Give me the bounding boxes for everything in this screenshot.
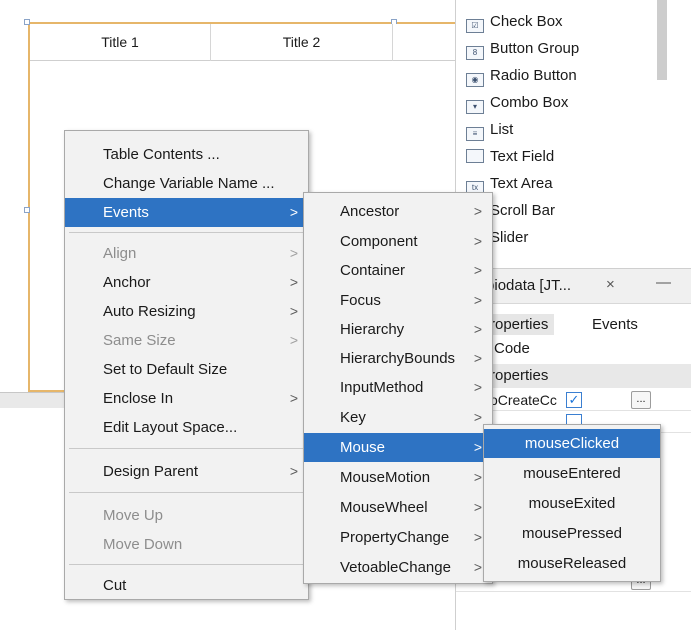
menu-item-hierarchy[interactable]: Hierarchy > [304,315,492,344]
menu-item-change-variable-name[interactable]: Change Variable Name ... [65,169,308,198]
column-title-1[interactable]: Title 1 [30,24,210,61]
palette-item-text-field[interactable]: Text Field [466,143,554,170]
combo-box-icon: ▾ [466,100,484,114]
chevron-right-icon: > [473,499,482,515]
menu-item-align[interactable]: Align > [65,239,308,268]
menu-item-mouse-clicked[interactable]: mouseClicked [484,429,660,458]
menu-item-focus[interactable]: Focus > [304,286,492,315]
minimize-icon[interactable]: — [656,274,671,291]
palette-scrollbar[interactable] [657,0,667,80]
menu-item-auto-resizing[interactable]: Auto Resizing > [65,297,308,326]
menu-separator [69,448,304,449]
chevron-right-icon: > [289,390,298,406]
menu-item-ancestor[interactable]: Ancestor > [304,197,492,226]
tab-properties[interactable]: roperties [484,314,555,335]
palette-item-label: Check Box [490,13,563,30]
chevron-right-icon: > [473,379,482,395]
palette-item-list[interactable]: ≡ List [466,116,513,143]
menu-item-move-down[interactable]: Move Down [65,530,308,559]
menu-separator [69,564,304,565]
chevron-right-icon: > [289,204,298,220]
menu-item-key[interactable]: Key > [304,403,492,432]
menu-item-input-method[interactable]: InputMethod > [304,373,492,402]
palette-item-label: Combo Box [490,94,569,111]
chevron-right-icon: > [289,274,298,290]
menu-item-mouse-pressed[interactable]: mousePressed [484,519,660,548]
tab-events[interactable]: Events [592,316,638,333]
palette-item-radio-button[interactable]: ◉ Radio Button [466,62,577,89]
menu-item-table-contents[interactable]: Table Contents ... [65,140,308,169]
chevron-right-icon: > [473,559,482,575]
chevron-right-icon: > [289,245,298,261]
menu-item-vetoable-change[interactable]: VetoableChange > [304,553,492,582]
palette-item-label: Scroll Bar [490,202,556,219]
palette-item-label: Button Group [490,40,580,57]
chevron-right-icon: > [473,203,482,219]
menu-item-edit-layout-space[interactable]: Edit Layout Space... [65,413,308,442]
menu-item-same-size[interactable]: Same Size > [65,326,308,355]
menu-item-mouse-exited[interactable]: mouseExited [484,489,660,518]
menu-item-hierarchy-bounds[interactable]: HierarchyBounds > [304,344,492,373]
menu-item-container[interactable]: Container > [304,256,492,285]
chevron-right-icon: > [289,303,298,319]
column-separator [392,24,393,61]
mouse-submenu: mouseClicked mouseEntered mouseExited mo… [483,424,661,582]
list-icon: ≡ [466,127,484,141]
button-group-icon: 8 [466,46,484,60]
table-header[interactable]: Title 1 Title 2 [30,24,460,61]
menu-item-mouse-wheel[interactable]: MouseWheel > [304,493,492,522]
checkbox-icon: ☑ [466,19,484,33]
menu-item-anchor[interactable]: Anchor > [65,268,308,297]
chevron-right-icon: > [473,262,482,278]
text-field-icon [466,149,484,163]
menu-item-mouse-released[interactable]: mouseReleased [484,549,660,578]
palette-item-check-box[interactable]: ☑ Check Box [466,8,563,35]
chevron-right-icon: > [473,469,482,485]
menu-item-enclose-in[interactable]: Enclose In > [65,384,308,413]
chevron-right-icon: > [473,529,482,545]
column-title-2[interactable]: Title 2 [211,24,392,61]
chevron-right-icon: > [289,332,298,348]
menu-item-component[interactable]: Component > [304,227,492,256]
menu-item-mouse-entered[interactable]: mouseEntered [484,459,660,488]
menu-separator [69,492,304,493]
menu-item-cut[interactable]: Cut [65,571,308,600]
menu-separator [69,232,304,233]
chevron-right-icon: > [473,321,482,337]
menu-item-move-up[interactable]: Move Up [65,501,308,530]
chevron-right-icon: > [473,233,482,249]
radio-button-icon: ◉ [466,73,484,87]
palette-item-label: List [490,121,514,138]
palette-item-label: Text Field [490,148,555,165]
chevron-right-icon: > [473,409,482,425]
close-icon[interactable]: × [606,276,615,293]
chevron-right-icon: > [473,350,482,366]
menu-item-property-change[interactable]: PropertyChange > [304,523,492,552]
chevron-right-icon: > [473,292,482,308]
tab-code[interactable]: Code [494,340,530,357]
menu-item-set-default-size[interactable]: Set to Default Size [65,355,308,384]
menu-item-mouse-motion[interactable]: MouseMotion > [304,463,492,492]
palette-item-label: Slider [490,229,529,246]
palette-item-label: Radio Button [490,67,577,84]
palette-item-combo-box[interactable]: ▾ Combo Box [466,89,568,116]
chevron-right-icon: > [473,439,482,455]
menu-item-events[interactable]: Events > [65,198,308,227]
palette-item-label: Text Area [490,175,553,192]
property-checkbox[interactable]: ✓ [566,392,582,408]
context-menu: Table Contents ... Change Variable Name … [64,130,309,600]
menu-item-design-parent[interactable]: Design Parent > [65,457,308,486]
property-ellipsis-button[interactable]: ... [631,391,651,409]
palette-item-button-group[interactable]: 8 Button Group [466,35,579,62]
chevron-right-icon: > [289,463,298,479]
resize-handle-left[interactable] [24,207,30,213]
events-submenu: Ancestor > Component > Container > Focus > H… [303,192,493,584]
menu-item-mouse[interactable]: Mouse > [304,433,492,462]
